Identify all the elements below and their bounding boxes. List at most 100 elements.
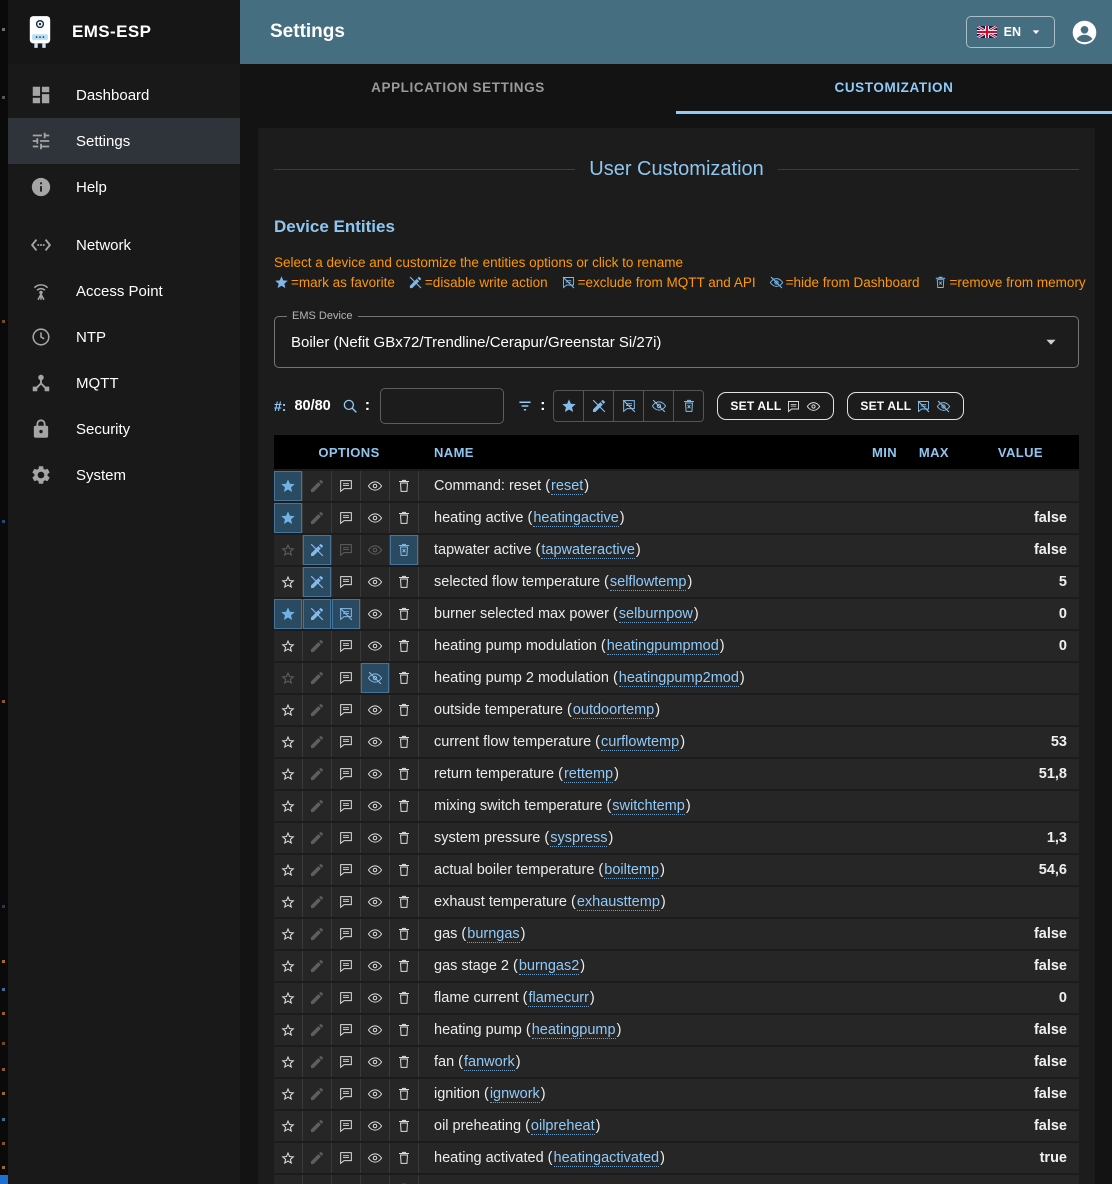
write-action-toggle[interactable] [303, 983, 332, 1013]
favorite-toggle[interactable] [274, 1143, 303, 1173]
write-action-toggle[interactable] [303, 855, 332, 885]
write-action-toggle[interactable] [303, 951, 332, 981]
remove-memory-toggle[interactable] [390, 567, 419, 597]
entity-id-link[interactable]: reset [551, 478, 583, 495]
remove-memory-toggle[interactable] [390, 823, 419, 853]
dashboard-hide-toggle[interactable] [361, 631, 390, 661]
remove-memory-toggle[interactable] [390, 791, 419, 821]
mqtt-exclude-toggle[interactable] [332, 471, 361, 501]
remove-memory-toggle[interactable] [390, 631, 419, 661]
remove-memory-toggle[interactable] [390, 695, 419, 725]
write-action-toggle[interactable] [303, 663, 332, 693]
filter-edit-off-button[interactable] [584, 391, 614, 421]
remove-memory-toggle[interactable] [390, 1111, 419, 1141]
dashboard-hide-toggle[interactable] [361, 567, 390, 597]
mqtt-exclude-toggle[interactable] [332, 599, 361, 629]
mqtt-exclude-toggle[interactable] [332, 631, 361, 661]
sidebar-item-mqtt[interactable]: MQTT [8, 360, 240, 406]
write-action-toggle[interactable] [303, 1143, 332, 1173]
mqtt-exclude-toggle[interactable] [332, 535, 361, 565]
write-action-toggle[interactable] [303, 471, 332, 501]
sidebar-item-help[interactable]: Help [8, 164, 240, 210]
entity-name[interactable]: oil preheating (oilpreheat) [424, 1111, 851, 1141]
remove-memory-toggle[interactable] [390, 855, 419, 885]
entity-id-link[interactable]: curflowtemp [601, 734, 679, 751]
mqtt-exclude-toggle[interactable] [332, 567, 361, 597]
entity-id-link[interactable]: heatingpump2mod [619, 670, 739, 687]
dashboard-hide-toggle[interactable] [361, 759, 390, 789]
entity-name[interactable]: fan (fanwork) [424, 1047, 851, 1077]
entity-name[interactable]: burner selected max power (selburnpow) [424, 599, 851, 629]
favorite-toggle[interactable] [274, 951, 303, 981]
favorite-toggle[interactable] [274, 759, 303, 789]
write-action-toggle[interactable] [303, 631, 332, 661]
favorite-toggle[interactable] [274, 983, 303, 1013]
dashboard-hide-toggle[interactable] [361, 951, 390, 981]
dashboard-hide-toggle[interactable] [361, 599, 390, 629]
dashboard-hide-toggle[interactable] [361, 823, 390, 853]
dashboard-hide-toggle[interactable] [361, 1015, 390, 1045]
favorite-toggle[interactable] [274, 695, 303, 725]
sidebar-item-network[interactable]: Network [8, 222, 240, 268]
mqtt-exclude-toggle[interactable] [332, 983, 361, 1013]
tab-customization[interactable]: CUSTOMIZATION [676, 64, 1112, 114]
mqtt-exclude-toggle[interactable] [332, 695, 361, 725]
remove-memory-toggle[interactable] [390, 759, 419, 789]
write-action-toggle[interactable] [303, 1175, 332, 1184]
mqtt-exclude-toggle[interactable] [332, 663, 361, 693]
entity-id-link[interactable]: heatingpump [532, 1022, 616, 1039]
entity-name[interactable]: current flow temperature (curflowtemp) [424, 727, 851, 757]
mqtt-exclude-toggle[interactable] [332, 1015, 361, 1045]
write-action-toggle[interactable] [303, 535, 332, 565]
mqtt-exclude-toggle[interactable] [332, 823, 361, 853]
remove-memory-toggle[interactable] [390, 1015, 419, 1045]
remove-memory-toggle[interactable] [390, 599, 419, 629]
sidebar-item-dashboard[interactable]: Dashboard [8, 72, 240, 118]
entity-id-link[interactable]: heatingactivated [554, 1150, 660, 1167]
entity-name[interactable]: selected flow temperature (selflowtemp) [424, 567, 851, 597]
favorite-toggle[interactable] [274, 1175, 303, 1184]
entity-id-link[interactable]: selflowtemp [610, 574, 687, 591]
write-action-toggle[interactable] [303, 599, 332, 629]
favorite-toggle[interactable] [274, 631, 303, 661]
entity-name[interactable]: system pressure (syspress) [424, 823, 851, 853]
dashboard-hide-toggle[interactable] [361, 663, 390, 693]
remove-memory-toggle[interactable] [390, 887, 419, 917]
dashboard-hide-toggle[interactable] [361, 535, 390, 565]
write-action-toggle[interactable] [303, 567, 332, 597]
entity-name[interactable]: gas stage 2 (burngas2) [424, 951, 851, 981]
sidebar-item-security[interactable]: Security [8, 406, 240, 452]
favorite-toggle[interactable] [274, 919, 303, 949]
mqtt-exclude-toggle[interactable] [332, 887, 361, 917]
remove-memory-toggle[interactable] [390, 1175, 419, 1184]
write-action-toggle[interactable] [303, 759, 332, 789]
entity-name[interactable] [424, 1175, 851, 1184]
entity-id-link[interactable]: exhausttemp [577, 894, 660, 911]
dashboard-hide-toggle[interactable] [361, 919, 390, 949]
dashboard-hide-toggle[interactable] [361, 1111, 390, 1141]
dashboard-hide-toggle[interactable] [361, 983, 390, 1013]
dashboard-hide-toggle[interactable] [361, 1047, 390, 1077]
sidebar-item-settings[interactable]: Settings [8, 118, 240, 164]
entity-id-link[interactable]: rettemp [564, 766, 613, 783]
entity-id-link[interactable]: heatingpumpmod [607, 638, 719, 655]
remove-memory-toggle[interactable] [390, 1143, 419, 1173]
favorite-toggle[interactable] [274, 823, 303, 853]
filter-visibility-off-button[interactable] [644, 391, 674, 421]
mqtt-exclude-toggle[interactable] [332, 503, 361, 533]
favorite-toggle[interactable] [274, 663, 303, 693]
favorite-toggle[interactable] [274, 791, 303, 821]
remove-memory-toggle[interactable] [390, 1047, 419, 1077]
entity-id-link[interactable]: heatingactive [533, 510, 618, 527]
entity-id-link[interactable]: oilpreheat [531, 1118, 595, 1135]
dashboard-hide-toggle[interactable] [361, 791, 390, 821]
mqtt-exclude-toggle[interactable] [332, 1047, 361, 1077]
entity-name[interactable]: return temperature (rettemp) [424, 759, 851, 789]
favorite-toggle[interactable] [274, 1079, 303, 1109]
entity-search-input[interactable] [380, 388, 504, 424]
mqtt-exclude-toggle[interactable] [332, 1143, 361, 1173]
sidebar-item-access-point[interactable]: Access Point [8, 268, 240, 314]
mqtt-exclude-toggle[interactable] [332, 951, 361, 981]
remove-memory-toggle[interactable] [390, 471, 419, 501]
filter-comment-off-button[interactable] [614, 391, 644, 421]
